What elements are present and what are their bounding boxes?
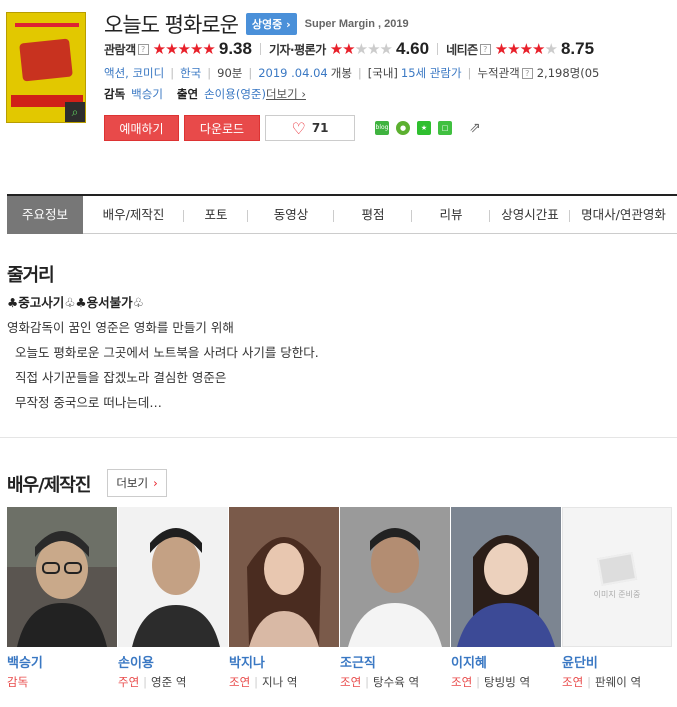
band-share-icon[interactable]: ● bbox=[396, 121, 410, 135]
cast-member[interactable]: 손이용 주연 | 영준 역 bbox=[118, 507, 228, 690]
rating-score-netizen: 8.75 bbox=[560, 39, 595, 58]
cast-role: 조연 | 탕수육 역 bbox=[340, 675, 420, 689]
english-title: Super Margin , 2019 bbox=[304, 18, 409, 30]
like-button[interactable]: ♡ 71 bbox=[265, 115, 355, 141]
age-rating-link[interactable]: 15세 관람가 bbox=[401, 65, 462, 81]
star-rating-audience: ★★★★★ bbox=[152, 40, 216, 58]
cast-link[interactable]: 손이용(영준) bbox=[204, 86, 266, 102]
synopsis-line: 영화감독이 꿈인 영준은 영화를 만들기 위해 bbox=[7, 320, 234, 335]
cast-member[interactable]: 박지나 조연 | 지나 역 bbox=[229, 507, 339, 690]
synopsis-line: 무작정 중국으로 떠나는데… bbox=[7, 395, 162, 410]
cast-name[interactable]: 손이용 bbox=[118, 652, 228, 671]
cast-photo[interactable] bbox=[118, 507, 228, 647]
divider bbox=[437, 43, 439, 55]
tab-bar: 주요정보 배우/제작진 포토 동영상 평점 리뷰 상영시간표 명대사/연관영화 bbox=[7, 194, 677, 234]
zoom-icon[interactable]: ⌕ bbox=[65, 102, 85, 122]
cast-name[interactable]: 조근직 bbox=[340, 652, 450, 671]
section-divider bbox=[0, 437, 677, 438]
rating-region: [국내] bbox=[367, 66, 398, 80]
synopsis-line: 직접 사기꾼들을 잡겠노라 결심한 영준은 bbox=[7, 370, 227, 385]
tab-quotes-related[interactable]: 명대사/연관영화 bbox=[570, 196, 677, 234]
movie-info-row: 액션, 코미디 | 한국 | 90분 | 2019 .04.04 개봉 | [국… bbox=[104, 65, 600, 81]
action-buttons: 예매하기 다운로드 ♡ 71 blog ● ★ □ ⇗ bbox=[104, 115, 481, 141]
rating-label-critic: 기자·평론가 bbox=[268, 42, 326, 57]
synopsis-headline: ♣중고사기♧♣용서불가♧ bbox=[7, 295, 144, 310]
divider bbox=[259, 43, 261, 55]
movie-title: 오늘도 평화로운 bbox=[104, 13, 239, 37]
tab-showtimes[interactable]: 상영시간표 bbox=[490, 196, 570, 234]
rating-score-critic: 4.60 bbox=[395, 39, 430, 58]
star-share-icon[interactable]: ★ bbox=[417, 121, 431, 135]
cast-more-button[interactable]: 더보기 › bbox=[107, 469, 167, 497]
cast-name[interactable]: 윤단비 bbox=[562, 652, 672, 671]
cast-photo[interactable] bbox=[451, 507, 561, 647]
reserve-button[interactable]: 예매하기 bbox=[104, 115, 179, 141]
audience-label: 누적관객 bbox=[477, 66, 520, 80]
cast-name[interactable]: 백승기 bbox=[7, 652, 117, 671]
cast-role: 조연 | 판웨이 역 bbox=[562, 675, 642, 689]
cast-name[interactable]: 박지나 bbox=[229, 652, 339, 671]
cast-photo[interactable] bbox=[229, 507, 339, 647]
no-image-placeholder[interactable]: 이미지 준비중 bbox=[562, 507, 672, 647]
rating-row: 관람객 ? ★★★★★ 9.38 기자·평론가 ★★★★★ 4.60 네티즌 ?… bbox=[104, 39, 594, 59]
like-count: 71 bbox=[311, 121, 329, 135]
title-row: 오늘도 평화로운 상영중 › Super Margin , 2019 bbox=[104, 10, 409, 38]
cast-role: 조연 | 탕빙빙 역 bbox=[451, 675, 531, 689]
release-date-link[interactable]: 2019 .04.04 bbox=[258, 66, 328, 80]
cast-role: 주연 | 영준 역 bbox=[118, 675, 187, 689]
chevron-right-icon: › bbox=[153, 476, 158, 490]
tab-video[interactable]: 동영상 bbox=[248, 196, 334, 234]
tab-cast-crew[interactable]: 배우/제작진 bbox=[83, 196, 184, 234]
genre-link[interactable]: 액션, 코미디 bbox=[104, 65, 164, 81]
share-icons: blog ● ★ □ ⇗ bbox=[375, 120, 481, 136]
share-icon[interactable]: ⇗ bbox=[469, 120, 481, 136]
poster-decoration bbox=[15, 23, 79, 27]
release-suffix: 개봉 bbox=[330, 66, 352, 80]
synopsis: ♣중고사기♧♣용서불가♧ 영화감독이 꿈인 영준은 영화를 만들기 위해 오늘도… bbox=[7, 292, 667, 419]
help-icon[interactable]: ? bbox=[479, 43, 491, 55]
tab-review[interactable]: 리뷰 bbox=[412, 196, 490, 234]
cast-member[interactable]: 조근직 조연 | 탕수육 역 bbox=[340, 507, 450, 690]
cast-photo[interactable] bbox=[340, 507, 450, 647]
help-icon[interactable]: ? bbox=[137, 43, 149, 55]
cast-photo[interactable] bbox=[7, 507, 117, 647]
director-link[interactable]: 백승기 bbox=[131, 86, 163, 102]
blog-share-icon[interactable]: blog bbox=[375, 121, 389, 135]
country-link[interactable]: 한국 bbox=[180, 65, 201, 81]
synopsis-title: 줄거리 bbox=[7, 265, 55, 286]
square-share-icon[interactable]: □ bbox=[438, 121, 452, 135]
no-image-icon bbox=[596, 551, 638, 586]
cast-section-title: 배우/제작진 bbox=[7, 475, 91, 496]
cast-label: 출연 bbox=[176, 87, 199, 101]
cast-role: 조연 | 지나 역 bbox=[229, 675, 298, 689]
rating-label-netizen: 네티즌 bbox=[446, 42, 478, 57]
more-people-link[interactable]: 더보기 › bbox=[266, 86, 306, 102]
people-row: 감독 백승기 출연 손이용(영준) 더보기 › bbox=[104, 86, 306, 102]
movie-poster[interactable]: ⌕ bbox=[6, 12, 86, 123]
help-icon[interactable]: ? bbox=[521, 67, 533, 79]
audience-value: 2,198명(05 bbox=[536, 66, 600, 80]
tab-photo[interactable]: 포토 bbox=[184, 196, 248, 234]
cast-member[interactable]: 이지혜 조연 | 탕빙빙 역 bbox=[451, 507, 561, 690]
rating-label-audience: 관람객 bbox=[104, 42, 136, 57]
director-label: 감독 bbox=[104, 87, 126, 101]
star-rating-netizen: ★★★★★ bbox=[494, 40, 558, 58]
poster-gift-box bbox=[19, 38, 73, 82]
cast-member[interactable]: 이미지 준비중 윤단비 조연 | 판웨이 역 bbox=[562, 507, 672, 690]
status-badge[interactable]: 상영중 › bbox=[245, 13, 297, 35]
cast-member[interactable]: 백승기 감독 bbox=[7, 507, 117, 690]
star-rating-critic: ★★★★★ bbox=[329, 40, 393, 58]
runtime: 90분 bbox=[217, 66, 243, 80]
rating-score-audience: 9.38 bbox=[218, 39, 252, 58]
synopsis-line: 오늘도 평화로운 그곳에서 노트북을 사려다 사기를 당한다. bbox=[7, 345, 319, 360]
heart-icon: ♡ bbox=[291, 118, 306, 138]
cast-role: 감독 bbox=[7, 675, 29, 689]
download-button[interactable]: 다운로드 bbox=[184, 115, 260, 141]
cast-name[interactable]: 이지혜 bbox=[451, 652, 561, 671]
tab-rating[interactable]: 평점 bbox=[334, 196, 412, 234]
tab-main-info[interactable]: 주요정보 bbox=[7, 195, 83, 234]
